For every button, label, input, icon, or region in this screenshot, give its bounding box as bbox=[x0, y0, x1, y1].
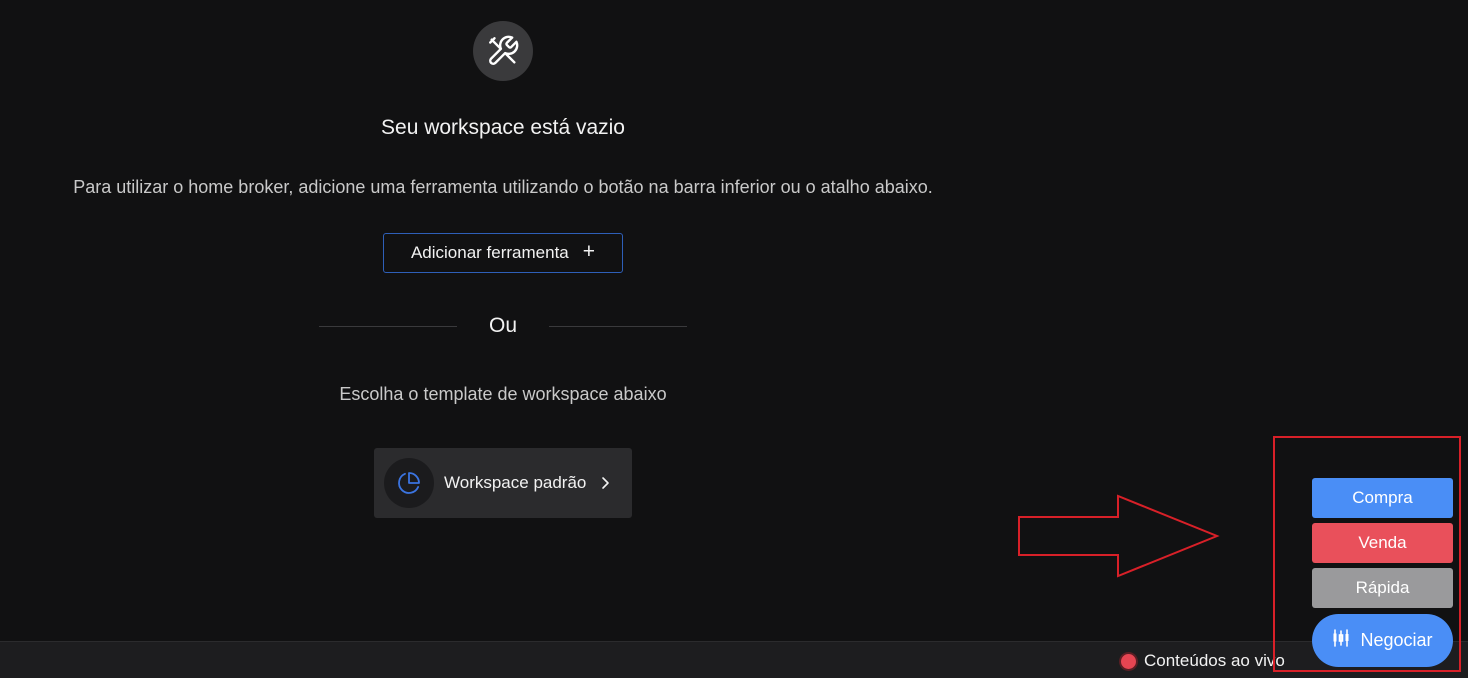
annotation-arrow bbox=[1018, 494, 1220, 578]
plus-icon: + bbox=[582, 240, 596, 263]
annotation-highlight-box bbox=[1273, 436, 1461, 672]
pie-chart-icon bbox=[384, 458, 434, 508]
workspace-page: Seu workspace está vazio Para utilizar o… bbox=[0, 0, 1468, 678]
template-label: Workspace padrão bbox=[444, 473, 587, 492]
live-content-label: Conteúdos ao vivo bbox=[1144, 651, 1285, 670]
template-hint: Escolha o template de workspace abaixo bbox=[339, 384, 667, 404]
chevron-right-icon bbox=[600, 476, 610, 490]
live-content-indicator[interactable]: Conteúdos ao vivo bbox=[1121, 651, 1285, 671]
add-tool-label: Adicionar ferramenta bbox=[410, 243, 569, 262]
add-tool-button[interactable]: Adicionar ferramenta + bbox=[383, 233, 623, 273]
workspace-template-card[interactable]: Workspace padrão bbox=[374, 448, 632, 518]
empty-workspace-title: Seu workspace está vazio bbox=[381, 116, 625, 139]
divider-right bbox=[549, 326, 687, 327]
tools-icon bbox=[473, 21, 533, 81]
empty-workspace-description: Para utilizar o home broker, adicione um… bbox=[73, 177, 933, 197]
live-dot-icon bbox=[1121, 653, 1136, 669]
divider-left bbox=[319, 326, 457, 327]
divider-or-text: Ou bbox=[488, 314, 517, 337]
